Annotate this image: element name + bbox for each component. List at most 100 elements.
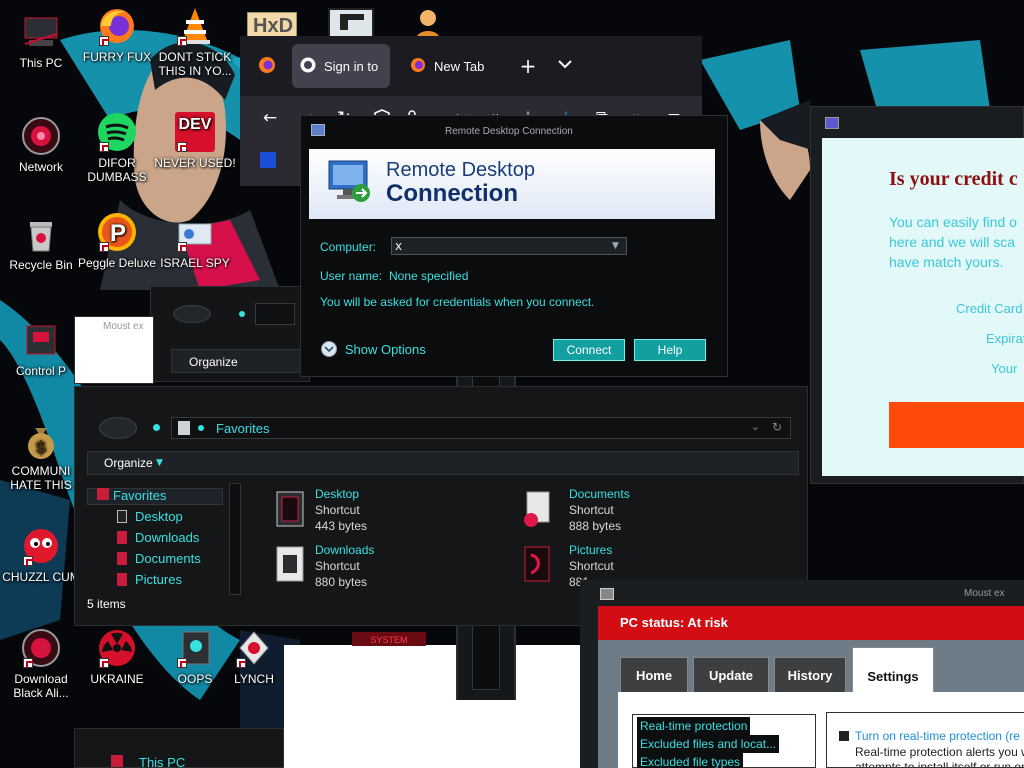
desktop-icon-download[interactable]: Download Black Ali... xyxy=(0,628,82,700)
your-field-label: Your xyxy=(991,361,1018,376)
credit-card-label: Credit Card xyxy=(956,301,1023,316)
nav-item-pictures[interactable]: Pictures xyxy=(135,572,182,587)
firefox-menu-icon[interactable] xyxy=(258,56,276,74)
scam-page[interactable]: Is your credit c You can easily find o h… xyxy=(822,138,1024,476)
documents-nav-icon xyxy=(117,552,127,565)
desktop-nav-icon xyxy=(117,510,127,523)
lynch-app-icon xyxy=(234,628,274,668)
downloads-shortcut-icon xyxy=(273,545,307,583)
nav-item-documents[interactable]: Documents xyxy=(135,551,201,566)
rdp-monitor-icon xyxy=(327,159,373,208)
downloads-nav-icon xyxy=(117,531,127,544)
money-bag-icon: $ xyxy=(21,420,61,460)
svg-text:P: P xyxy=(110,220,126,247)
tab-history[interactable]: History xyxy=(774,657,846,693)
file-item[interactable]: Documents Shortcut 888 bytes xyxy=(569,486,630,534)
command-bar: Organize ▼ xyxy=(87,451,799,475)
new-tab-button[interactable]: + xyxy=(518,54,538,78)
list-item[interactable]: Excluded files and locat... xyxy=(637,735,780,753)
nav-item-desktop[interactable]: Desktop xyxy=(135,509,183,524)
nav-item-downloads[interactable]: Downloads xyxy=(135,530,199,545)
credentials-note: You will be asked for credentials when y… xyxy=(320,295,595,309)
realtime-setting-title[interactable]: Turn on real-time protection (re xyxy=(855,729,1020,743)
this-pc-icon xyxy=(21,12,61,52)
list-item[interactable]: Excluded file types xyxy=(637,753,744,768)
vlc-cone-icon xyxy=(175,6,215,46)
computer-dropdown-icon[interactable]: ▼ xyxy=(612,238,624,254)
desktop-icon-recycle-bin[interactable]: Recycle Bin xyxy=(0,214,82,272)
expiration-label: Expirat xyxy=(986,331,1024,346)
rdp-banner: Remote Desktop Connection xyxy=(309,149,715,219)
spy-app-icon xyxy=(175,212,215,252)
this-pc-folder-icon xyxy=(111,755,123,767)
desktop-icon-dont-stick[interactable]: DONT STICK THIS IN YO... xyxy=(154,6,236,78)
scam-text-line: here and we will sca xyxy=(889,234,1016,250)
scam-window-icon xyxy=(825,117,839,129)
tab-strip: Sign in to New Tab + xyxy=(240,36,702,96)
mf-favicon-icon[interactable] xyxy=(260,152,276,168)
list-item[interactable]: Real-time protection xyxy=(637,717,751,735)
desktop-icon-network[interactable]: Network xyxy=(0,116,82,174)
file-item[interactable]: Downloads Shortcut 880 bytes xyxy=(315,542,374,590)
realtime-setting-desc: Real-time protection alerts you w xyxy=(855,745,1024,759)
desktop-icon-peggle[interactable]: P Peggle Deluxe xyxy=(76,212,158,270)
remote-desktop-window[interactable]: Remote Desktop Connection Remote Desktop… xyxy=(300,115,728,377)
tab-update[interactable]: Update xyxy=(693,657,769,693)
desktop-icon-ukraine[interactable]: UKRAINE xyxy=(76,628,158,686)
desktop-shortcut-icon xyxy=(273,490,307,528)
chuzzle-icon xyxy=(21,526,61,566)
realtime-checkbox[interactable] xyxy=(839,731,849,741)
system-badge: SYSTEM xyxy=(352,632,426,646)
desktop-icon-furry-fux[interactable]: FURRY FUX xyxy=(76,6,158,64)
list-tabs-chevron-icon[interactable] xyxy=(558,58,572,72)
file-item[interactable]: Desktop Shortcut 443 bytes xyxy=(315,486,367,534)
bottom-explorer-window[interactable]: This PC xyxy=(74,728,284,768)
spotify-icon xyxy=(97,112,137,152)
desktop-icon-communi[interactable]: $ COMMUNI HATE THIS xyxy=(0,420,82,492)
tab-new-tab[interactable]: New Tab xyxy=(402,44,502,88)
tab-sign-in[interactable]: Sign in to xyxy=(292,44,390,88)
address-refresh-icon[interactable]: ↻ xyxy=(772,420,782,434)
network-icon xyxy=(21,116,61,156)
svg-text:$: $ xyxy=(35,437,46,456)
username-value: None specified xyxy=(389,269,469,283)
desktop-icon-control-panel[interactable]: Control P xyxy=(0,320,82,378)
nav-item-favorites[interactable]: Favorites xyxy=(113,488,166,503)
address-chevron-icon[interactable]: ⌄ xyxy=(751,420,760,433)
desktop-icon-never-used[interactable]: DEV NEVER USED! xyxy=(154,112,236,170)
desktop-icon-difor[interactable]: DIFOR DUMBASS xyxy=(76,112,158,184)
tab-home[interactable]: Home xyxy=(620,657,688,693)
settings-list: Real-time protection Excluded files and … xyxy=(632,714,816,768)
favorites-star-icon xyxy=(97,488,109,500)
control-panel-icon xyxy=(21,320,61,360)
connect-button[interactable]: Connect xyxy=(553,339,625,361)
organize-button[interactable]: Organize xyxy=(104,456,153,470)
scam-submit-button[interactable] xyxy=(889,402,1024,448)
address-dot xyxy=(198,425,204,431)
desktop-icon-this-pc[interactable]: This PC xyxy=(0,12,82,70)
scam-heading: Is your credit c xyxy=(889,168,1018,190)
username-label: User name: xyxy=(320,269,383,283)
rdp-window-title: Remote Desktop Connection xyxy=(445,126,573,137)
show-options-toggle[interactable]: Show Options xyxy=(321,341,426,357)
desktop-icon-chuzzle[interactable]: CHUZZL CUM xyxy=(0,526,82,584)
navigation-pane: Favorites Desktop Downloads Documents Pi… xyxy=(87,483,243,595)
organize-dropdown-icon[interactable]: ▼ xyxy=(156,458,163,468)
dev-cpp-icon: DEV xyxy=(175,112,215,152)
back-arrow-icon[interactable]: ← xyxy=(256,104,284,132)
pc-status-bar: PC status: At risk xyxy=(598,606,1024,640)
oops-app-icon xyxy=(175,628,215,668)
desktop-icon-lynch[interactable]: LYNCH xyxy=(224,628,284,686)
desktop-icon-israel-spy[interactable]: ISRAEL SPY xyxy=(154,212,236,270)
rdp-window-icon xyxy=(311,124,325,136)
explorer-orb-icon xyxy=(99,417,137,439)
tab-settings[interactable]: Settings xyxy=(852,647,934,693)
background-organize-label[interactable]: Organize xyxy=(189,355,238,369)
firefox-icon xyxy=(97,6,137,46)
pictures-shortcut-icon xyxy=(519,545,553,583)
nav-scrollbar[interactable] xyxy=(229,483,241,595)
address-bar[interactable]: Favorites ⌄ ↻ xyxy=(171,417,791,439)
computer-input[interactable]: x ▼ xyxy=(391,237,627,255)
peggle-icon: P xyxy=(97,212,137,252)
help-button[interactable]: Help xyxy=(634,339,706,361)
